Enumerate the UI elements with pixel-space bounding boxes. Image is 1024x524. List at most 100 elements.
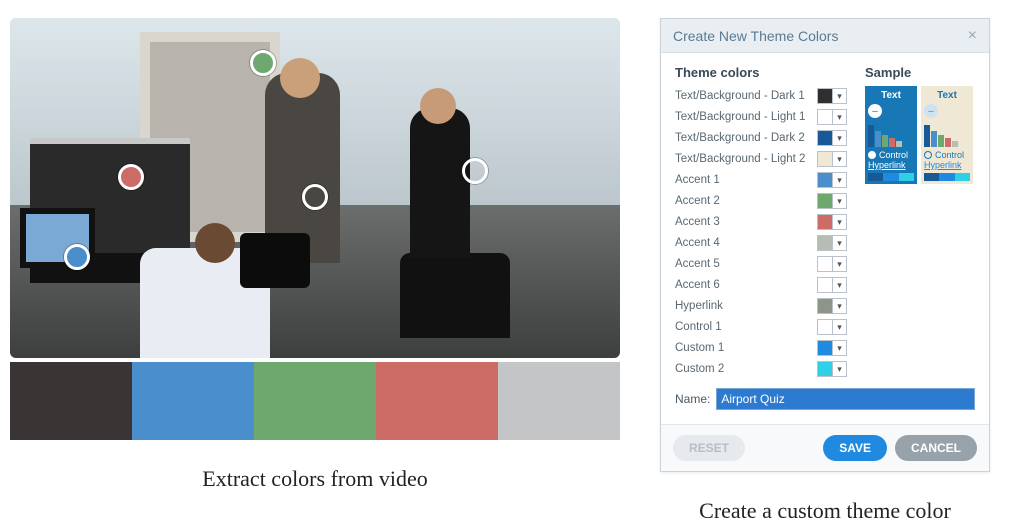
video-still [10,18,620,358]
theme-color-row: Accent 4 ▾ [675,233,847,253]
theme-color-label: Accent 1 [675,174,720,186]
theme-color-label: Text/Background - Light 2 [675,153,805,165]
color-swatch-icon [818,257,832,271]
theme-color-row: Accent 6 ▾ [675,275,847,295]
color-dropdown[interactable]: ▾ [817,151,847,167]
color-dropdown[interactable]: ▾ [817,256,847,272]
palette-swatch-blue [132,362,254,440]
sample-disc-icon: – [868,104,882,118]
theme-color-row: Hyperlink▾ [675,296,847,316]
color-dropdown[interactable]: ▾ [817,361,847,377]
color-swatch-icon [818,341,832,355]
color-swatch-icon [818,236,832,250]
color-swatch-icon [818,362,832,376]
chevron-down-icon: ▾ [832,320,846,334]
color-dropdown[interactable]: ▾ [817,88,847,104]
sample-card-dark: Text – ControlHyperlink [865,86,917,184]
color-dropdown[interactable]: ▾ [817,172,847,188]
color-dropdown[interactable]: ▾ [817,340,847,356]
sample-heading: Sample [865,65,975,80]
color-swatch-icon [818,89,832,103]
extracted-palette [10,362,620,440]
color-swatch-icon [818,152,832,166]
color-picker-gray-dot[interactable] [462,158,488,184]
theme-colors-heading: Theme colors [675,65,847,80]
theme-color-label: Accent 6 [675,279,720,291]
theme-color-row: Text/Background - Dark 1 ▾ [675,86,847,106]
color-dropdown[interactable]: ▾ [817,130,847,146]
sample-text-label: Text [868,90,914,101]
sample-disc-icon: – [924,104,938,118]
chevron-down-icon: ▾ [832,194,846,208]
color-dropdown[interactable]: ▾ [817,193,847,209]
sample-control-label: Control [935,150,964,160]
sample-accent-strip [924,173,970,181]
theme-color-row: Accent 2 ▾ [675,191,847,211]
theme-name-input[interactable]: Airport Quiz [716,388,975,410]
chevron-down-icon: ▾ [832,341,846,355]
color-dropdown[interactable]: ▾ [817,319,847,335]
color-swatch-icon [818,173,832,187]
palette-swatch-dark-brown [10,362,132,440]
theme-color-row: Accent 1 ▾ [675,170,847,190]
sample-mini-chart [868,121,914,147]
cancel-button[interactable]: CANCEL [895,435,977,461]
palette-swatch-coral [376,362,498,440]
chevron-down-icon: ▾ [832,131,846,145]
sample-accent-strip [868,173,914,181]
sample-hyperlink-label: Hyperlink [868,160,914,170]
chevron-down-icon: ▾ [832,89,846,103]
theme-color-row: Text/Background - Light 2 ▾ [675,149,847,169]
theme-color-label: Accent 4 [675,237,720,249]
color-swatch-icon [818,299,832,313]
reset-button[interactable]: RESET [673,435,745,461]
chevron-down-icon: ▾ [832,278,846,292]
save-button[interactable]: SAVE [823,435,887,461]
color-swatch-icon [818,110,832,124]
chevron-down-icon: ▾ [832,299,846,313]
chevron-down-icon: ▾ [832,215,846,229]
color-dropdown[interactable]: ▾ [817,235,847,251]
color-swatch-icon [818,215,832,229]
sample-card-light: Text – ControlHyperlink [921,86,973,184]
color-swatch-icon [818,194,832,208]
dialog-title: Create New Theme Colors [673,28,838,44]
color-dropdown[interactable]: ▾ [817,298,847,314]
theme-color-row: Accent 3 ▾ [675,212,847,232]
sample-text-label: Text [924,90,970,101]
chevron-down-icon: ▾ [832,173,846,187]
theme-color-label: Control 1 [675,321,722,333]
theme-color-label: Custom 2 [675,363,724,375]
theme-color-label: Custom 1 [675,342,724,354]
color-swatch-icon [818,320,832,334]
left-caption: Extract colors from video [10,466,620,492]
color-dropdown[interactable]: ▾ [817,214,847,230]
color-picker-brown-dot[interactable] [302,184,328,210]
theme-color-label: Text/Background - Dark 2 [675,132,805,144]
color-swatch-icon [818,278,832,292]
sample-hyperlink-label: Hyperlink [924,160,970,170]
theme-color-row: Custom 1 ▾ [675,338,847,358]
palette-swatch-green [254,362,376,440]
color-swatch-icon [818,131,832,145]
theme-color-label: Text/Background - Dark 1 [675,90,805,102]
chevron-down-icon: ▾ [832,110,846,124]
theme-color-row: Text/Background - Dark 2 ▾ [675,128,847,148]
theme-color-label: Accent 3 [675,216,720,228]
theme-color-row: Text/Background - Light 1 ▾ [675,107,847,127]
sample-control-label: Control [879,150,908,160]
theme-color-label: Accent 2 [675,195,720,207]
theme-color-row: Control 1 ▾ [675,317,847,337]
color-dropdown[interactable]: ▾ [817,109,847,125]
color-picker-green-dot[interactable] [250,50,276,76]
color-dropdown[interactable]: ▾ [817,277,847,293]
theme-colors-dialog: Create New Theme Colors × Theme colors T… [660,18,990,472]
radio-icon [924,151,932,159]
theme-color-label: Text/Background - Light 1 [675,111,805,123]
color-picker-coral-dot[interactable] [118,164,144,190]
chevron-down-icon: ▾ [832,236,846,250]
color-picker-blue-dot[interactable] [64,244,90,270]
sample-mini-chart [924,121,970,147]
theme-color-row: Custom 2 ▾ [675,359,847,379]
close-icon[interactable]: × [968,27,977,45]
